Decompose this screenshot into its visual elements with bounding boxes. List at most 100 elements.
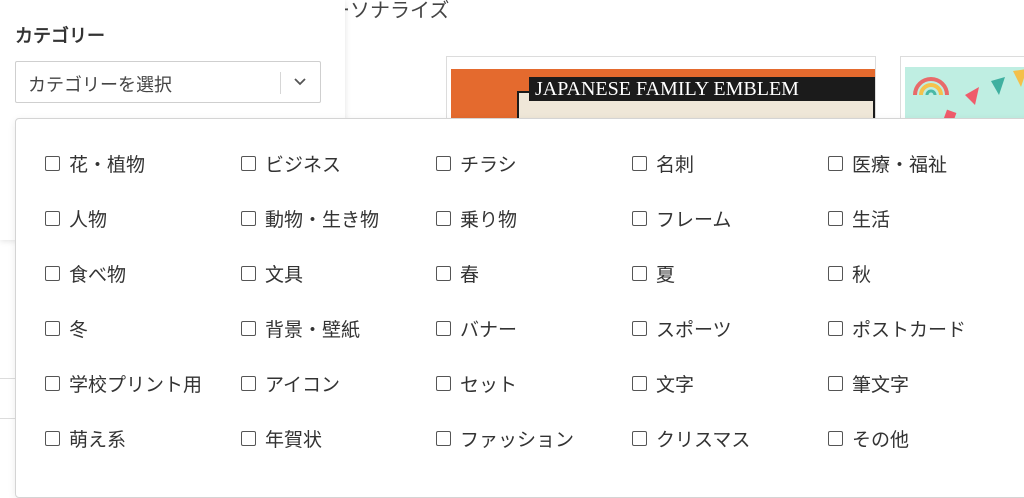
category-option-label: 冬 bbox=[69, 318, 89, 341]
divider bbox=[0, 418, 15, 419]
category-option[interactable]: 年賀状 bbox=[241, 423, 322, 453]
checkbox[interactable] bbox=[45, 155, 60, 171]
category-option-label: 春 bbox=[460, 263, 480, 286]
checkbox[interactable] bbox=[241, 320, 256, 336]
category-option-label: 秋 bbox=[852, 263, 872, 286]
category-option[interactable]: 乗り物 bbox=[436, 203, 517, 233]
divider bbox=[0, 378, 15, 379]
category-option[interactable]: 文字 bbox=[632, 368, 694, 398]
category-option-label: 文具 bbox=[265, 263, 304, 286]
checkbox[interactable] bbox=[632, 430, 647, 446]
category-option-label: 花・植物 bbox=[69, 153, 146, 176]
category-option[interactable]: 文具 bbox=[241, 258, 303, 288]
category-option-label: 人物 bbox=[69, 208, 108, 231]
category-label: カテゴリー bbox=[15, 26, 105, 47]
category-option[interactable]: 萌え系 bbox=[45, 423, 126, 453]
checkbox[interactable] bbox=[632, 265, 647, 281]
checkbox[interactable] bbox=[436, 430, 451, 446]
category-option[interactable]: 冬 bbox=[45, 313, 88, 343]
chevron-down-icon[interactable] bbox=[292, 74, 308, 90]
checkbox[interactable] bbox=[241, 430, 256, 446]
checkbox[interactable] bbox=[828, 210, 843, 226]
category-option[interactable]: ポストカード bbox=[828, 313, 966, 343]
category-option-label: 萌え系 bbox=[69, 428, 127, 451]
category-option-label: 医療・福祉 bbox=[852, 153, 948, 176]
checkbox[interactable] bbox=[436, 210, 451, 226]
category-option-label: チラシ bbox=[460, 153, 517, 176]
category-option-label: 名刺 bbox=[656, 153, 695, 176]
category-option-label: その他 bbox=[852, 428, 910, 451]
category-option[interactable]: アイコン bbox=[241, 368, 340, 398]
checkbox[interactable] bbox=[45, 265, 60, 281]
checkbox[interactable] bbox=[436, 320, 451, 336]
checkbox[interactable] bbox=[436, 265, 451, 281]
checkbox[interactable] bbox=[632, 375, 647, 391]
category-option-label: クリスマス bbox=[656, 428, 751, 451]
category-select-placeholder: カテゴリーを選択 bbox=[28, 75, 172, 96]
category-option[interactable]: 花・植物 bbox=[45, 148, 145, 178]
category-option[interactable]: 秋 bbox=[828, 258, 871, 288]
category-option[interactable]: 食べ物 bbox=[45, 258, 126, 288]
category-option-label: フレーム bbox=[656, 208, 732, 231]
category-select[interactable]: カテゴリーを選択 bbox=[15, 61, 321, 103]
category-option-label: バナー bbox=[460, 318, 518, 341]
category-option-label: 乗り物 bbox=[460, 208, 518, 231]
template-card-family-emblem[interactable]: JAPANESE FAMILY EMBLEM bbox=[446, 56, 876, 126]
category-option[interactable]: ファッション bbox=[436, 423, 574, 453]
category-option[interactable]: 春 bbox=[436, 258, 479, 288]
category-option-label: 動物・生き物 bbox=[265, 208, 380, 231]
category-option[interactable]: 夏 bbox=[632, 258, 675, 288]
category-option[interactable]: 医療・福祉 bbox=[828, 148, 947, 178]
category-option-label: アイコン bbox=[265, 373, 341, 396]
category-option[interactable]: スポーツ bbox=[632, 313, 732, 343]
category-option[interactable]: バナー bbox=[436, 313, 517, 343]
category-option[interactable]: チラシ bbox=[436, 148, 517, 178]
category-option-label: 学校プリント用 bbox=[69, 373, 203, 396]
select-separator bbox=[280, 72, 281, 94]
category-option[interactable]: 学校プリント用 bbox=[45, 368, 202, 398]
category-option[interactable]: 筆文字 bbox=[828, 368, 909, 398]
category-option-label: 生活 bbox=[852, 208, 891, 231]
checkbox[interactable] bbox=[632, 155, 647, 171]
category-option-label: ファッション bbox=[460, 428, 575, 451]
category-option-label: 背景・壁紙 bbox=[265, 318, 361, 341]
category-option-label: 夏 bbox=[656, 263, 676, 286]
page-title-fragment: ーソナライズ bbox=[330, 0, 450, 22]
checkbox[interactable] bbox=[632, 210, 647, 226]
checkbox[interactable] bbox=[45, 430, 60, 446]
checkbox[interactable] bbox=[45, 320, 60, 336]
checkbox[interactable] bbox=[828, 430, 843, 446]
category-option-label: ビジネス bbox=[265, 153, 342, 176]
category-option[interactable]: セット bbox=[436, 368, 517, 398]
category-option-label: 文字 bbox=[656, 373, 695, 396]
category-option[interactable]: 動物・生き物 bbox=[241, 203, 379, 233]
checkbox[interactable] bbox=[241, 155, 256, 171]
category-option[interactable]: 生活 bbox=[828, 203, 890, 233]
checkbox[interactable] bbox=[828, 320, 843, 336]
category-option[interactable]: ビジネス bbox=[241, 148, 341, 178]
template-card-party[interactable] bbox=[900, 56, 1024, 126]
category-option[interactable]: 名刺 bbox=[632, 148, 694, 178]
category-option[interactable]: フレーム bbox=[632, 203, 731, 233]
checkbox[interactable] bbox=[436, 375, 451, 391]
category-option-label: セット bbox=[460, 373, 518, 396]
category-option[interactable]: その他 bbox=[828, 423, 909, 453]
category-option[interactable]: 背景・壁紙 bbox=[241, 313, 360, 343]
category-dropdown-menu: 花・植物 ビジネス チラシ 名刺 医療・福祉人物 動物・生き物 乗り物 フレーム 生活食べ物 文具… bbox=[15, 118, 1024, 498]
checkbox[interactable] bbox=[45, 210, 60, 226]
checkbox[interactable] bbox=[241, 265, 256, 281]
checkbox[interactable] bbox=[828, 375, 843, 391]
checkbox[interactable] bbox=[436, 155, 451, 171]
category-option-label: 筆文字 bbox=[852, 373, 910, 396]
card-thumbnail-text: JAPANESE FAMILY EMBLEM bbox=[529, 77, 875, 101]
category-option-label: 年賀状 bbox=[265, 428, 323, 451]
category-option-label: ポストカード bbox=[852, 318, 967, 341]
checkbox[interactable] bbox=[828, 265, 843, 281]
checkbox[interactable] bbox=[632, 320, 647, 336]
category-option[interactable]: 人物 bbox=[45, 203, 107, 233]
checkbox[interactable] bbox=[45, 375, 60, 391]
checkbox[interactable] bbox=[241, 375, 256, 391]
checkbox[interactable] bbox=[241, 210, 256, 226]
category-option[interactable]: クリスマス bbox=[632, 423, 750, 453]
checkbox[interactable] bbox=[828, 155, 843, 171]
